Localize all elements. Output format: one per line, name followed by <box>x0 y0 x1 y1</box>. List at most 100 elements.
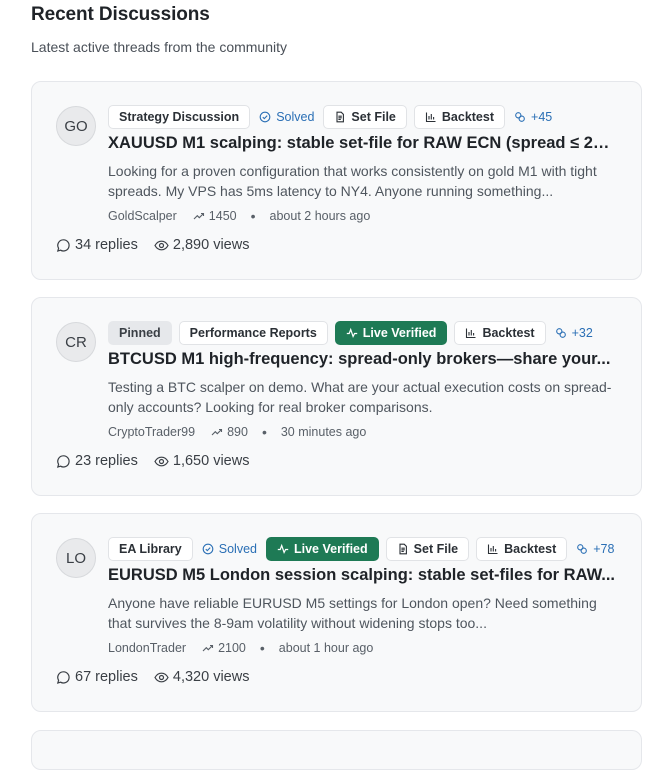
link-icon <box>514 111 526 123</box>
tag-row: Strategy Discussion Solved Set File Backtes… <box>108 105 554 129</box>
separator-dot: • <box>250 208 256 224</box>
reputation-score: 1450 <box>208 209 237 223</box>
thread-title[interactable]: XAUUSD M1 scalping: stable set-file for … <box>108 134 618 153</box>
separator-dot: • <box>261 424 267 440</box>
tag-label: Backtest <box>482 326 535 340</box>
tag-backtest[interactable]: Backtest <box>476 537 568 561</box>
thread-stats: 23 replies 1,650 views <box>56 453 265 469</box>
replies-label: 34 replies <box>75 237 138 253</box>
tag-file[interactable]: Set File <box>385 537 470 561</box>
thread-card[interactable]: GO Strategy Discussion Solved Set File Backt… <box>31 81 642 280</box>
replies-label: 67 replies <box>75 669 138 685</box>
reputation: 890 <box>211 425 248 439</box>
thread-meta: LondonTrader 2100 • about 1 hour ago <box>108 640 373 656</box>
chat-icon <box>56 670 71 685</box>
author-link[interactable]: LondonTrader <box>108 641 186 655</box>
tag-label: Performance Reports <box>189 326 317 340</box>
thread-card[interactable]: LO EA Library Solved Live Verified Set File B… <box>31 513 642 712</box>
file-icon <box>397 543 409 555</box>
avatar[interactable]: GO <box>56 106 96 146</box>
pulse-icon <box>277 543 289 555</box>
tag-label: Set File <box>351 110 396 124</box>
timestamp: 30 minutes ago <box>280 425 367 439</box>
thread-stats: 67 replies 4,320 views <box>56 669 265 685</box>
tag-category[interactable]: EA Library <box>108 537 193 561</box>
trend-icon <box>211 426 223 438</box>
thread-title[interactable]: BTCUSD M1 high-frequency: spread-only br… <box>108 350 618 369</box>
views-label: 1,650 views <box>172 453 250 469</box>
eye-icon <box>154 454 169 469</box>
tag-label: Strategy Discussion <box>119 110 240 124</box>
author-link[interactable]: GoldScalper <box>108 209 177 223</box>
tag-more[interactable]: +78 <box>574 537 616 561</box>
views-label: 2,890 views <box>172 237 250 253</box>
chat-icon <box>56 454 71 469</box>
avatar[interactable]: LO <box>56 538 96 578</box>
tag-label: Set File <box>413 542 459 556</box>
eye-icon <box>154 670 169 685</box>
page-title: Recent Discussions <box>31 4 210 25</box>
author-link[interactable]: CryptoTrader99 <box>108 425 195 439</box>
eye-icon <box>154 238 169 253</box>
tag-label: +45 <box>531 110 553 124</box>
chat-icon <box>56 238 71 253</box>
tag-more[interactable]: +45 <box>512 105 554 129</box>
file-icon <box>334 111 346 123</box>
views-label: 4,320 views <box>172 669 250 685</box>
tag-label: EA Library <box>119 542 182 556</box>
bar-chart-icon <box>465 327 477 339</box>
thread-excerpt: Looking for a proven configuration that … <box>108 163 597 199</box>
tag-label: Pinned <box>119 326 161 340</box>
tag-backtest[interactable]: Backtest <box>454 321 546 345</box>
tag-label: Backtest <box>504 542 557 556</box>
thread-title[interactable]: EURUSD M5 London session scalping: stabl… <box>108 566 618 585</box>
tag-category[interactable]: Strategy Discussion <box>108 105 251 129</box>
tag-label: +78 <box>593 542 615 556</box>
tag-more[interactable]: +32 <box>553 321 595 345</box>
tag-category[interactable]: Performance Reports <box>178 321 328 345</box>
tag-label: Solved <box>276 110 315 124</box>
tag-file[interactable]: Set File <box>323 105 407 129</box>
thread-excerpt: Anyone have reliable EURUSD M5 settings … <box>108 595 597 631</box>
reputation: 2100 <box>202 641 246 655</box>
tag-solved[interactable]: Solved <box>257 105 316 129</box>
check-circle-icon <box>202 543 214 555</box>
trend-icon <box>193 210 205 222</box>
tag-label: Backtest <box>441 110 495 124</box>
reputation-score: 2100 <box>218 641 246 655</box>
tag-label: Live Verified <box>362 326 437 340</box>
trend-icon <box>202 642 214 654</box>
thread-card[interactable]: CR Pinned Performance Reports Live Verified… <box>31 297 642 496</box>
link-icon <box>555 327 567 339</box>
replies-count[interactable]: 34 replies <box>56 237 138 253</box>
tag-live[interactable]: Live Verified <box>334 321 448 345</box>
bar-chart-icon <box>487 543 499 555</box>
tag-live[interactable]: Live Verified <box>266 537 379 561</box>
separator-dot: • <box>259 640 265 656</box>
reputation: 1450 <box>193 209 237 223</box>
thread-card-partial[interactable] <box>31 730 642 770</box>
replies-count[interactable]: 23 replies <box>56 453 138 469</box>
tag-pinned[interactable]: Pinned <box>108 321 172 345</box>
tag-row: EA Library Solved Live Verified Set File Bac… <box>108 537 616 561</box>
tag-row: Pinned Performance Reports Live Verified Ba… <box>108 321 595 345</box>
thread-meta: CryptoTrader99 890 • 30 minutes ago <box>108 424 366 440</box>
link-icon <box>576 543 588 555</box>
replies-count[interactable]: 67 replies <box>56 669 138 685</box>
tag-label: Solved <box>218 542 257 556</box>
reputation-score: 890 <box>227 425 248 439</box>
check-circle-icon <box>259 111 271 123</box>
views-count: 2,890 views <box>154 237 250 253</box>
bar-chart-icon <box>425 111 437 123</box>
tag-solved[interactable]: Solved <box>200 537 259 561</box>
tag-label: +32 <box>571 326 593 340</box>
page-subtitle: Latest active threads from the community <box>31 39 287 55</box>
thread-excerpt: Testing a BTC scalper on demo. What are … <box>108 379 612 415</box>
tag-backtest[interactable]: Backtest <box>413 105 506 129</box>
views-count: 4,320 views <box>154 669 250 685</box>
pulse-icon <box>346 327 358 339</box>
replies-label: 23 replies <box>75 453 138 469</box>
views-count: 1,650 views <box>154 453 250 469</box>
thread-stats: 34 replies 2,890 views <box>56 237 265 253</box>
avatar[interactable]: CR <box>56 322 96 362</box>
